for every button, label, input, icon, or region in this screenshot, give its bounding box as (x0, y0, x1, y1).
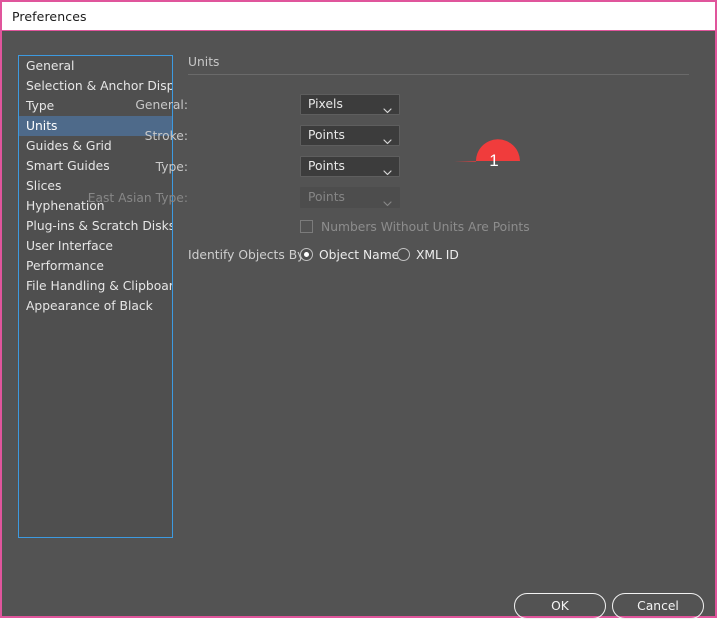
field-row-general: General: Pixels (135, 94, 402, 116)
radio-xml-id-icon[interactable] (397, 248, 410, 261)
section-heading: Units (188, 55, 220, 69)
radio-object-name-icon[interactable] (300, 248, 313, 261)
general-units-value: Pixels (308, 97, 343, 111)
stroke-units-select[interactable]: Points (300, 125, 400, 146)
numbers-without-units-checkbox (300, 220, 313, 233)
chevron-down-icon (383, 100, 392, 114)
field-row-type: Type: Points (156, 156, 402, 178)
sidebar-item-appearance-of-black[interactable]: Appearance of Black (19, 296, 172, 316)
sidebar-item-user-interface[interactable]: User Interface (19, 236, 172, 256)
page-title: Preferences (12, 9, 87, 24)
preferences-dialog: Preferences General Selection & Anchor D… (0, 0, 717, 619)
radio-xml-id-label: XML ID (416, 248, 459, 262)
stroke-label: Stroke: (144, 129, 188, 143)
east-asian-type-select: Points (300, 187, 400, 208)
cancel-button[interactable]: Cancel (612, 593, 704, 619)
general-units-select[interactable]: Pixels (300, 94, 400, 115)
callout-marker-1: 1 (454, 139, 520, 183)
chevron-down-icon (383, 193, 392, 207)
sidebar-item-performance[interactable]: Performance (19, 256, 172, 276)
chevron-down-icon (383, 131, 392, 145)
sidebar-item-general[interactable]: General (19, 56, 172, 76)
sidebar-item-plugins-scratch-disks[interactable]: Plug-ins & Scratch Disks (19, 216, 172, 236)
field-row-east-asian-type: East Asian Type: Points (88, 187, 402, 209)
identify-objects-by-label: Identify Objects By: (188, 248, 308, 262)
east-asian-type-label: East Asian Type: (87, 191, 188, 205)
sidebar-item-file-handling-clipboard[interactable]: File Handling & Clipboard (19, 276, 172, 296)
radio-object-name-label: Object Name (319, 248, 400, 262)
east-asian-type-value: Points (308, 190, 345, 204)
units-settings-panel: Units General: Pixels Stroke: Points Typ… (88, 32, 700, 562)
section-divider (188, 74, 689, 75)
field-row-stroke: Stroke: Points (145, 125, 402, 147)
chevron-down-icon (383, 162, 392, 176)
general-label: General: (135, 98, 188, 112)
stroke-units-value: Points (308, 128, 345, 142)
dialog-body: General Selection & Anchor Display Type … (2, 32, 715, 619)
type-label: Type: (155, 160, 188, 174)
numbers-without-units-label: Numbers Without Units Are Points (321, 220, 530, 234)
callout-number: 1 (489, 151, 499, 170)
sidebar-item-selection-anchor-display[interactable]: Selection & Anchor Display (19, 76, 172, 96)
ok-button[interactable]: OK (514, 593, 606, 619)
type-units-value: Points (308, 159, 345, 173)
title-bar: Preferences (2, 2, 715, 31)
type-units-select[interactable]: Points (300, 156, 400, 177)
